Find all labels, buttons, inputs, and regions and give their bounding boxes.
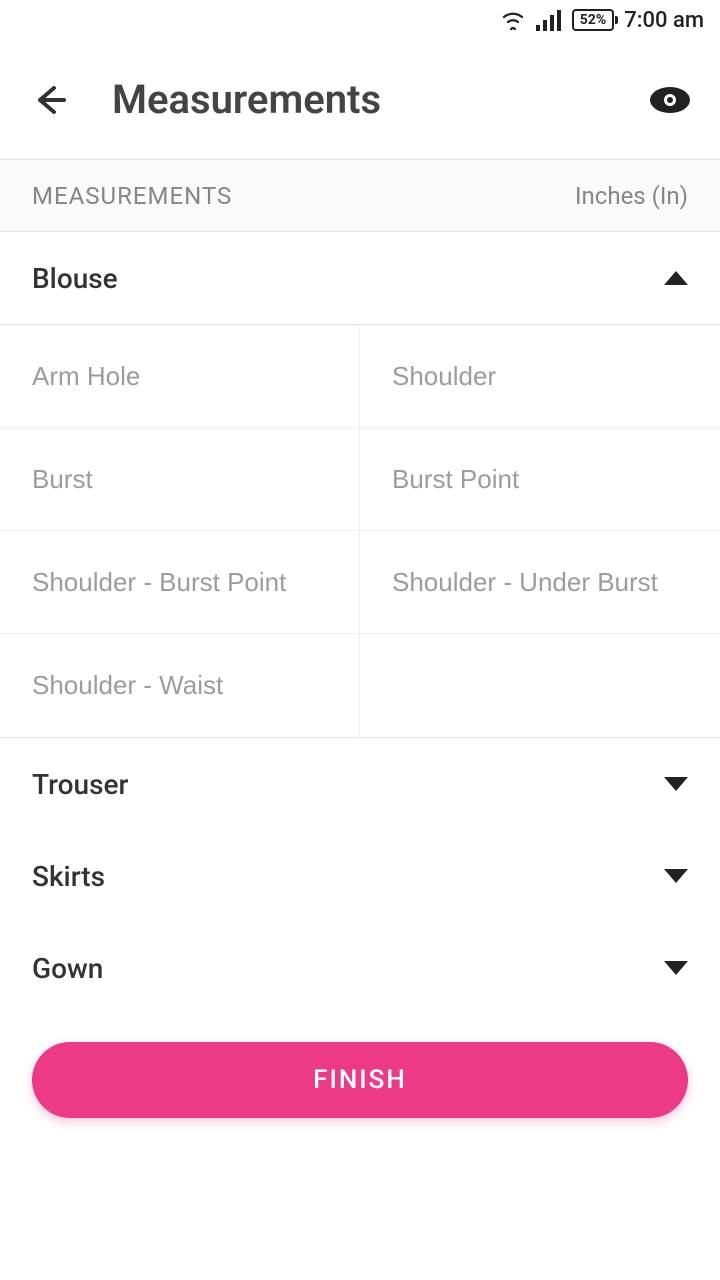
battery-indicator: 52% <box>572 9 614 31</box>
app-bar: Measurements <box>0 40 720 160</box>
category-trouser[interactable]: Trouser <box>0 738 720 830</box>
chevron-down-icon <box>664 961 688 975</box>
field-arm-hole[interactable] <box>0 325 360 428</box>
blouse-fields <box>0 324 720 738</box>
chevron-down-icon <box>664 777 688 791</box>
signal-icon <box>536 9 562 31</box>
category-gown[interactable]: Gown <box>0 922 720 1014</box>
status-bar: 52% 7:00 am <box>0 0 720 40</box>
category-skirts[interactable]: Skirts <box>0 830 720 922</box>
category-label: Gown <box>32 952 103 985</box>
field-burst-point[interactable] <box>360 428 720 531</box>
field-burst[interactable] <box>0 428 360 531</box>
category-label: Blouse <box>32 262 118 295</box>
field-shoulder-burst-point[interactable] <box>0 531 360 634</box>
visibility-toggle[interactable] <box>648 78 692 122</box>
measurements-subheader: MEASUREMENTS Inches (In) <box>0 160 720 232</box>
clock: 7:00 am <box>624 8 704 33</box>
category-label: Skirts <box>32 860 105 893</box>
category-blouse[interactable]: Blouse <box>0 232 720 324</box>
unit-label[interactable]: Inches (In) <box>575 182 688 210</box>
field-shoulder-waist[interactable] <box>0 634 360 737</box>
field-empty <box>360 634 720 737</box>
field-shoulder-under-burst[interactable] <box>360 531 720 634</box>
finish-button[interactable]: FINISH <box>32 1042 688 1118</box>
back-button[interactable] <box>28 78 72 122</box>
chevron-down-icon <box>664 869 688 883</box>
battery-level: 52% <box>572 9 614 31</box>
page-title: Measurements <box>112 76 648 123</box>
subheader-label: MEASUREMENTS <box>32 182 232 210</box>
category-label: Trouser <box>32 768 128 801</box>
field-shoulder[interactable] <box>360 325 720 428</box>
chevron-up-icon <box>664 271 688 285</box>
wifi-icon <box>500 10 526 30</box>
